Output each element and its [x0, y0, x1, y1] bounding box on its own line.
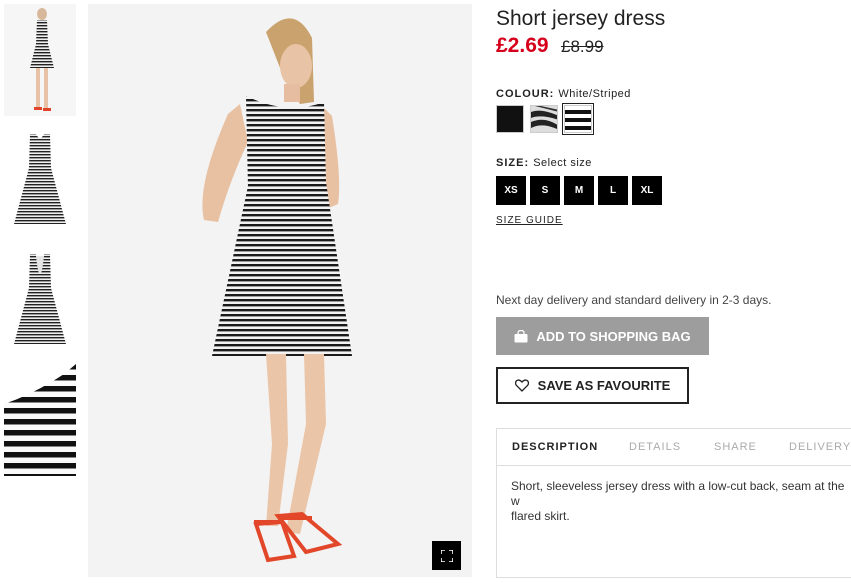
size-m-button[interactable]: M	[564, 176, 594, 205]
colour-swatches	[496, 103, 598, 135]
thumbnail-back[interactable]	[4, 244, 76, 356]
main-product-image[interactable]	[88, 4, 472, 577]
swatch-black[interactable]	[496, 105, 524, 133]
colour-value: White/Striped	[558, 88, 631, 100]
colour-key: COLOUR:	[496, 88, 555, 100]
shopping-bag-icon	[514, 329, 528, 342]
size-xl-button[interactable]: XL	[632, 176, 662, 205]
size-xs-button[interactable]: XS	[496, 176, 526, 205]
heart-icon	[514, 379, 529, 392]
swatch-white-striped[interactable]	[562, 103, 594, 135]
product-title: Short jersey dress	[496, 7, 666, 30]
price-row: £2.69 £8.99	[496, 34, 604, 58]
thumbnail-detail[interactable]	[4, 364, 76, 476]
size-options: XS S M L XL	[496, 176, 666, 205]
model-illustration	[88, 4, 472, 577]
tab-share[interactable]: SHARE	[714, 441, 757, 453]
swatch-zebra[interactable]	[530, 105, 558, 133]
tab-details[interactable]: DETAILS	[629, 441, 681, 453]
size-l-button[interactable]: L	[598, 176, 628, 205]
expand-icon	[440, 549, 453, 562]
save-favourite-button[interactable]: SAVE AS FAVOURITE	[496, 367, 689, 404]
size-key: SIZE:	[496, 157, 530, 169]
size-prompt: Select size	[533, 157, 592, 169]
sale-price: £2.69	[496, 34, 549, 57]
colour-label: COLOUR: White/Striped	[496, 88, 631, 100]
product-tabs-panel: DESCRIPTION DETAILS SHARE DELIVERY Short…	[496, 428, 851, 578]
thumbnail-front[interactable]	[4, 124, 76, 236]
size-label: SIZE: Select size	[496, 157, 592, 169]
tab-description[interactable]: DESCRIPTION	[512, 441, 598, 453]
add-to-bag-label: ADD TO SHOPPING BAG	[536, 328, 691, 344]
thumbnail-model[interactable]	[4, 4, 76, 116]
tab-bar: DESCRIPTION DETAILS SHARE DELIVERY	[497, 429, 851, 466]
original-price: £8.99	[561, 37, 604, 56]
expand-image-button[interactable]	[432, 541, 461, 570]
size-s-button[interactable]: S	[530, 176, 560, 205]
tab-delivery[interactable]: DELIVERY	[789, 441, 851, 453]
save-favourite-label: SAVE AS FAVOURITE	[537, 378, 671, 393]
delivery-info: Next day delivery and standard delivery …	[496, 293, 772, 307]
description-text: Short, sleeveless jersey dress with a lo…	[511, 479, 845, 523]
add-to-bag-button[interactable]: ADD TO SHOPPING BAG	[496, 317, 709, 355]
size-guide-link[interactable]: SIZE GUIDE	[496, 215, 563, 226]
